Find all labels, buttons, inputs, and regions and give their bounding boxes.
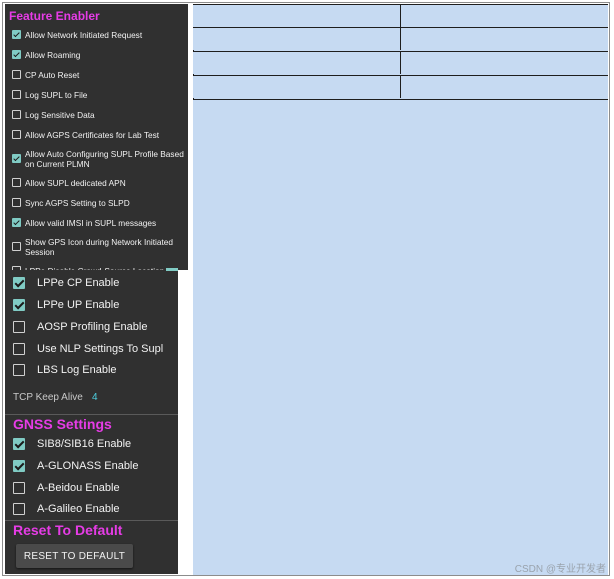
checkbox[interactable] bbox=[13, 503, 25, 515]
grid-cell[interactable] bbox=[193, 52, 401, 74]
gnss-item-label: SIB8/SIB16 Enable bbox=[37, 438, 132, 450]
a-beidou-enable[interactable]: A-Beidou Enable bbox=[13, 478, 120, 498]
divider bbox=[5, 414, 178, 415]
reset-to-default-button[interactable]: RESET TO DEFAULT bbox=[16, 544, 133, 568]
grid-row bbox=[193, 27, 608, 50]
checkbox[interactable] bbox=[12, 218, 21, 227]
gnss-item-label: A-Beidou Enable bbox=[37, 482, 120, 494]
aosp-profiling-enable[interactable]: AOSP Profiling Enable bbox=[13, 317, 147, 337]
lppe-item-label: LPPe UP Enable bbox=[37, 299, 120, 311]
lppe-item-label: LBS Log Enable bbox=[37, 364, 117, 376]
checkbox[interactable] bbox=[13, 321, 25, 333]
feature-item-cp-auto-reset[interactable]: CP Auto Reset bbox=[9, 65, 188, 85]
feature-item-label: Allow valid IMSI in SUPL messages bbox=[25, 218, 157, 228]
gnss-settings-title: GNSS Settings bbox=[13, 416, 112, 432]
checkbox[interactable] bbox=[13, 482, 25, 494]
reset-to-default-title: Reset To Default bbox=[13, 522, 123, 538]
checkbox[interactable] bbox=[13, 277, 25, 289]
checkbox[interactable] bbox=[12, 50, 21, 59]
grid-row bbox=[193, 4, 608, 27]
lppe-item-label: LPPe CP Enable bbox=[37, 277, 120, 289]
feature-item-roaming[interactable]: Allow Roaming bbox=[9, 45, 188, 65]
feature-item-label: Log SUPL to File bbox=[25, 90, 88, 100]
feature-item-auto-config-supl[interactable]: Allow Auto Configuring SUPL Profile Base… bbox=[9, 145, 188, 173]
checkbox[interactable] bbox=[12, 90, 21, 99]
feature-item-label: Allow SUPL dedicated APN bbox=[25, 178, 126, 188]
checkbox[interactable] bbox=[13, 299, 25, 311]
feature-item-log-sensitive[interactable]: Log Sensitive Data bbox=[9, 105, 188, 125]
divider bbox=[5, 520, 178, 521]
feature-item-sync-agps[interactable]: Sync AGPS Setting to SLPD bbox=[9, 193, 188, 213]
checkbox[interactable] bbox=[12, 130, 21, 139]
checkbox[interactable] bbox=[12, 154, 21, 163]
checkbox[interactable] bbox=[12, 70, 21, 79]
lppe-item-label: Use NLP Settings To Supl bbox=[37, 343, 164, 355]
gnss-item-label: A-Galileo Enable bbox=[37, 503, 120, 515]
feature-item-label: Allow AGPS Certificates for Lab Test bbox=[25, 130, 160, 140]
lppe-up-enable[interactable]: LPPe UP Enable bbox=[13, 295, 119, 315]
scroll-indicator bbox=[166, 268, 178, 271]
grid-cell[interactable] bbox=[193, 76, 401, 98]
feature-item-label: Allow Roaming bbox=[25, 50, 81, 60]
feature-item-label: Show GPS Icon during Network Initiated S… bbox=[25, 237, 174, 257]
feature-item-supl-apn[interactable]: Allow SUPL dedicated APN bbox=[9, 173, 188, 193]
gnss-item-label: A-GLONASS Enable bbox=[37, 460, 139, 472]
watermark: CSDN @专业开发者 bbox=[514, 564, 606, 575]
grid-row bbox=[193, 75, 608, 98]
feature-item-label: Log Sensitive Data bbox=[25, 110, 95, 120]
checkbox[interactable] bbox=[12, 242, 21, 251]
feature-item-label: Allow Network Initiated Request bbox=[25, 30, 143, 40]
feature-item-label: Sync AGPS Setting to SLPD bbox=[25, 198, 130, 208]
checkbox[interactable] bbox=[12, 110, 21, 119]
grid-cell[interactable] bbox=[401, 5, 608, 27]
feature-item-valid-imsi[interactable]: Allow valid IMSI in SUPL messages bbox=[9, 213, 188, 233]
tcp-keep-alive-value[interactable]: 4 bbox=[92, 392, 98, 403]
feature-item-network-initiated[interactable]: Allow Network Initiated Request bbox=[9, 25, 188, 45]
nlp-settings-to-supl[interactable]: Use NLP Settings To Supl bbox=[13, 339, 163, 359]
feature-item-log-supl[interactable]: Log SUPL to File bbox=[9, 85, 188, 105]
grid-border bbox=[193, 99, 608, 100]
grid-cell[interactable] bbox=[401, 28, 608, 50]
tcp-keep-alive-label: TCP Keep Alive bbox=[13, 392, 83, 403]
feature-item-label: CP Auto Reset bbox=[25, 70, 80, 80]
grid-cell[interactable] bbox=[401, 52, 608, 74]
checkbox[interactable] bbox=[13, 438, 25, 450]
grid-cell[interactable] bbox=[193, 28, 401, 50]
feature-item-agps-certificates[interactable]: Allow AGPS Certificates for Lab Test bbox=[9, 125, 188, 145]
checkbox[interactable] bbox=[13, 343, 25, 355]
a-galileo-enable[interactable]: A-Galileo Enable bbox=[13, 499, 120, 519]
grid-cell[interactable] bbox=[193, 5, 401, 27]
checkbox[interactable] bbox=[13, 364, 25, 376]
checkbox[interactable] bbox=[12, 178, 21, 187]
feature-item-gps-icon[interactable]: Show GPS Icon during Network Initiated S… bbox=[9, 233, 188, 261]
checkbox[interactable] bbox=[12, 30, 21, 39]
sib8-sib16-enable[interactable]: SIB8/SIB16 Enable bbox=[13, 434, 131, 454]
feature-enabler-panel: Feature Enabler Allow Network Initiated … bbox=[5, 4, 188, 276]
checkbox[interactable] bbox=[12, 198, 21, 207]
a-glonass-enable[interactable]: A-GLONASS Enable bbox=[13, 456, 139, 476]
feature-item-label: Allow Auto Configuring SUPL Profile Base… bbox=[25, 149, 184, 169]
lppe-cp-enable[interactable]: LPPe CP Enable bbox=[13, 273, 119, 293]
checkbox[interactable] bbox=[13, 460, 25, 472]
feature-enabler-title: Feature Enabler bbox=[9, 9, 100, 23]
grid-cell[interactable] bbox=[401, 76, 608, 98]
lppe-item-label: AOSP Profiling Enable bbox=[37, 321, 148, 333]
grid-row bbox=[193, 51, 608, 74]
lbs-log-enable[interactable]: LBS Log Enable bbox=[13, 360, 117, 380]
